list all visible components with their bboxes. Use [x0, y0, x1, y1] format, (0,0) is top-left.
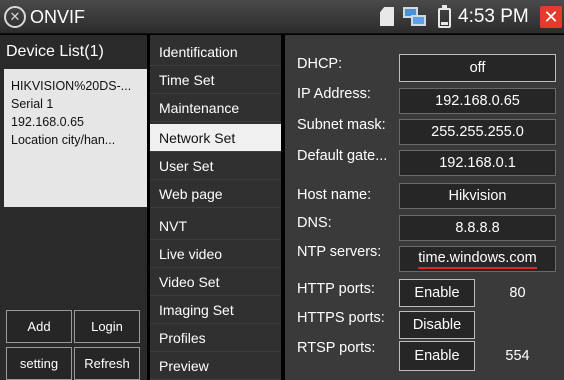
menu-item-profiles[interactable]: Profiles [150, 324, 281, 352]
app-title: ONVIF [30, 7, 86, 27]
ip-address-label: IP Address: [297, 86, 371, 102]
http-port-field[interactable]: 80 [479, 279, 556, 307]
ntp-servers-value: time.windows.com [418, 250, 537, 269]
ip-address-field[interactable]: 192.168.0.65 [399, 88, 556, 114]
ntp-servers-field[interactable]: time.windows.com [399, 246, 556, 272]
device-list-header: Device List(1) [6, 43, 104, 60]
menu-item-video-set[interactable]: Video Set [150, 268, 281, 296]
device-list-panel: Device List(1) HIKVISION%20DS-... Serial… [0, 35, 147, 380]
subnet-mask-field[interactable]: 255.255.255.0 [399, 119, 556, 145]
menu-item-web-page[interactable]: Web page [150, 180, 281, 208]
https-disable-button[interactable]: Disable [399, 311, 475, 339]
dns-field[interactable]: 8.8.8.8 [399, 215, 556, 241]
close-icon: ✕ [543, 7, 559, 27]
menu-item-user-set[interactable]: User Set [150, 152, 281, 180]
https-port-field[interactable] [479, 311, 556, 339]
sd-card-icon [380, 7, 394, 26]
device-location: Location city/han... [11, 133, 116, 147]
menu-item-imaging-set[interactable]: Imaging Set [150, 296, 281, 324]
menu-item-time-set[interactable]: Time Set [150, 66, 281, 94]
menu-item-preview[interactable]: Preview [150, 352, 281, 380]
status-clock: 4:53 PM [458, 6, 529, 27]
menu-item-network-set[interactable]: Network Set [150, 124, 281, 152]
network-icon [403, 7, 427, 29]
default-gateway-label: Default gate... [297, 148, 388, 164]
http-ports-label: HTTP ports: [297, 281, 375, 297]
menu-item-identification[interactable]: Identification [150, 38, 281, 66]
https-ports-label: HTTPS ports: [297, 310, 385, 326]
device-ip: 192.168.0.65 [11, 115, 84, 129]
subnet-mask-label: Subnet mask: [297, 117, 386, 133]
device-name: HIKVISION%20DS-... [11, 79, 132, 93]
device-serial: Serial 1 [11, 97, 54, 111]
onvif-app-icon: ✕ [4, 6, 26, 28]
menu-item-nvt[interactable]: NVT [150, 212, 281, 240]
dhcp-toggle[interactable]: off [399, 54, 556, 82]
http-enable-button[interactable]: Enable [399, 279, 475, 307]
settings-menu: Identification Time Set Maintenance Netw… [150, 35, 281, 380]
setting-button[interactable]: setting [6, 347, 72, 380]
login-button[interactable]: Login [74, 310, 140, 343]
default-gateway-field[interactable]: 192.168.0.1 [399, 150, 556, 176]
close-button[interactable]: ✕ [540, 6, 562, 28]
rtsp-ports-label: RTSP ports: [297, 340, 376, 356]
network-settings-panel: DHCP: off IP Address: 192.168.0.65 Subne… [285, 35, 564, 380]
host-name-field[interactable]: Hikvision [399, 183, 556, 209]
battery-icon [438, 5, 451, 28]
device-list-item[interactable]: HIKVISION%20DS-... Serial 1 192.168.0.65… [4, 69, 147, 207]
rtsp-enable-button[interactable]: Enable [399, 341, 475, 371]
rtsp-port-field[interactable]: 554 [479, 341, 556, 371]
dhcp-label: DHCP: [297, 56, 343, 72]
add-button[interactable]: Add [6, 310, 72, 343]
refresh-button[interactable]: Refresh [74, 347, 140, 380]
menu-item-live-video[interactable]: Live video [150, 240, 281, 268]
host-name-label: Host name: [297, 187, 372, 203]
menu-item-maintenance[interactable]: Maintenance [150, 94, 281, 122]
ntp-servers-label: NTP servers: [297, 244, 382, 260]
dns-label: DNS: [297, 215, 332, 231]
title-bar: ✕ ONVIF 4:53 PM ✕ [0, 0, 564, 34]
